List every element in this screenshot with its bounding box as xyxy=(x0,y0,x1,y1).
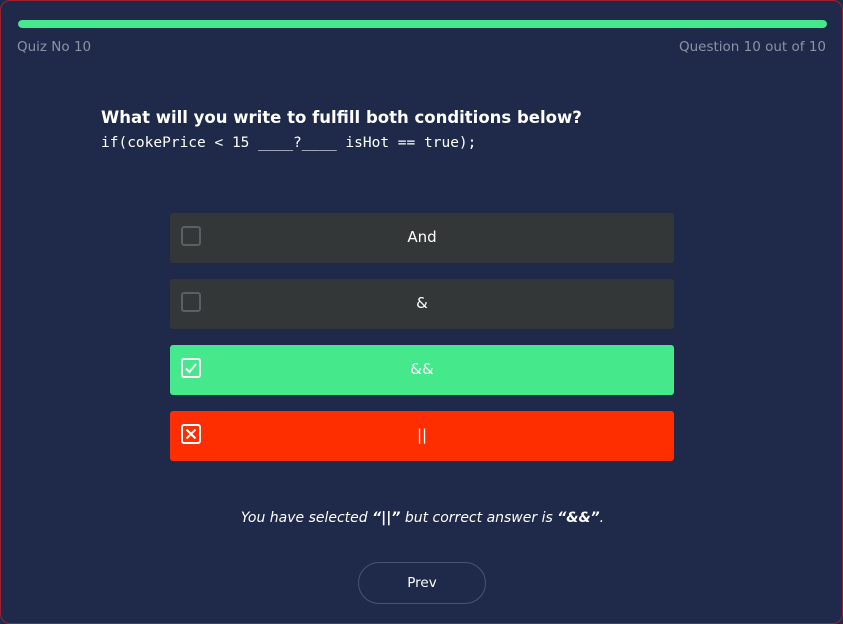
feedback-prefix: You have selected xyxy=(240,510,373,526)
option-double-ampersand[interactable]: && xyxy=(170,345,674,395)
feedback-selected-answer: “||” xyxy=(372,510,401,526)
option-label: & xyxy=(416,294,428,312)
question-counter: Question 10 out of 10 xyxy=(678,39,826,55)
question-code: if(cokePrice < 15 ____?____ isHot == tru… xyxy=(101,135,477,151)
option-and[interactable]: And xyxy=(170,213,674,263)
feedback-correct-answer: “&&” xyxy=(557,510,600,526)
answer-feedback: You have selected “||” but correct answe… xyxy=(1,510,842,526)
option-ampersand[interactable]: & xyxy=(170,279,674,329)
feedback-suffix: . xyxy=(599,510,605,526)
question-text: What will you write to fulfill both cond… xyxy=(101,108,582,127)
option-label: And xyxy=(407,228,437,246)
quiz-window: Quiz No 10 Question 10 out of 10 What wi… xyxy=(0,0,843,624)
progress-bar xyxy=(18,20,827,28)
progress-fill xyxy=(18,20,827,28)
prev-button[interactable]: Prev xyxy=(358,562,486,604)
option-label: || xyxy=(416,426,428,444)
option-label: && xyxy=(410,360,434,378)
feedback-middle: but correct answer is xyxy=(400,510,558,526)
option-double-pipe[interactable]: || xyxy=(170,411,674,461)
quiz-number: Quiz No 10 xyxy=(17,39,92,55)
